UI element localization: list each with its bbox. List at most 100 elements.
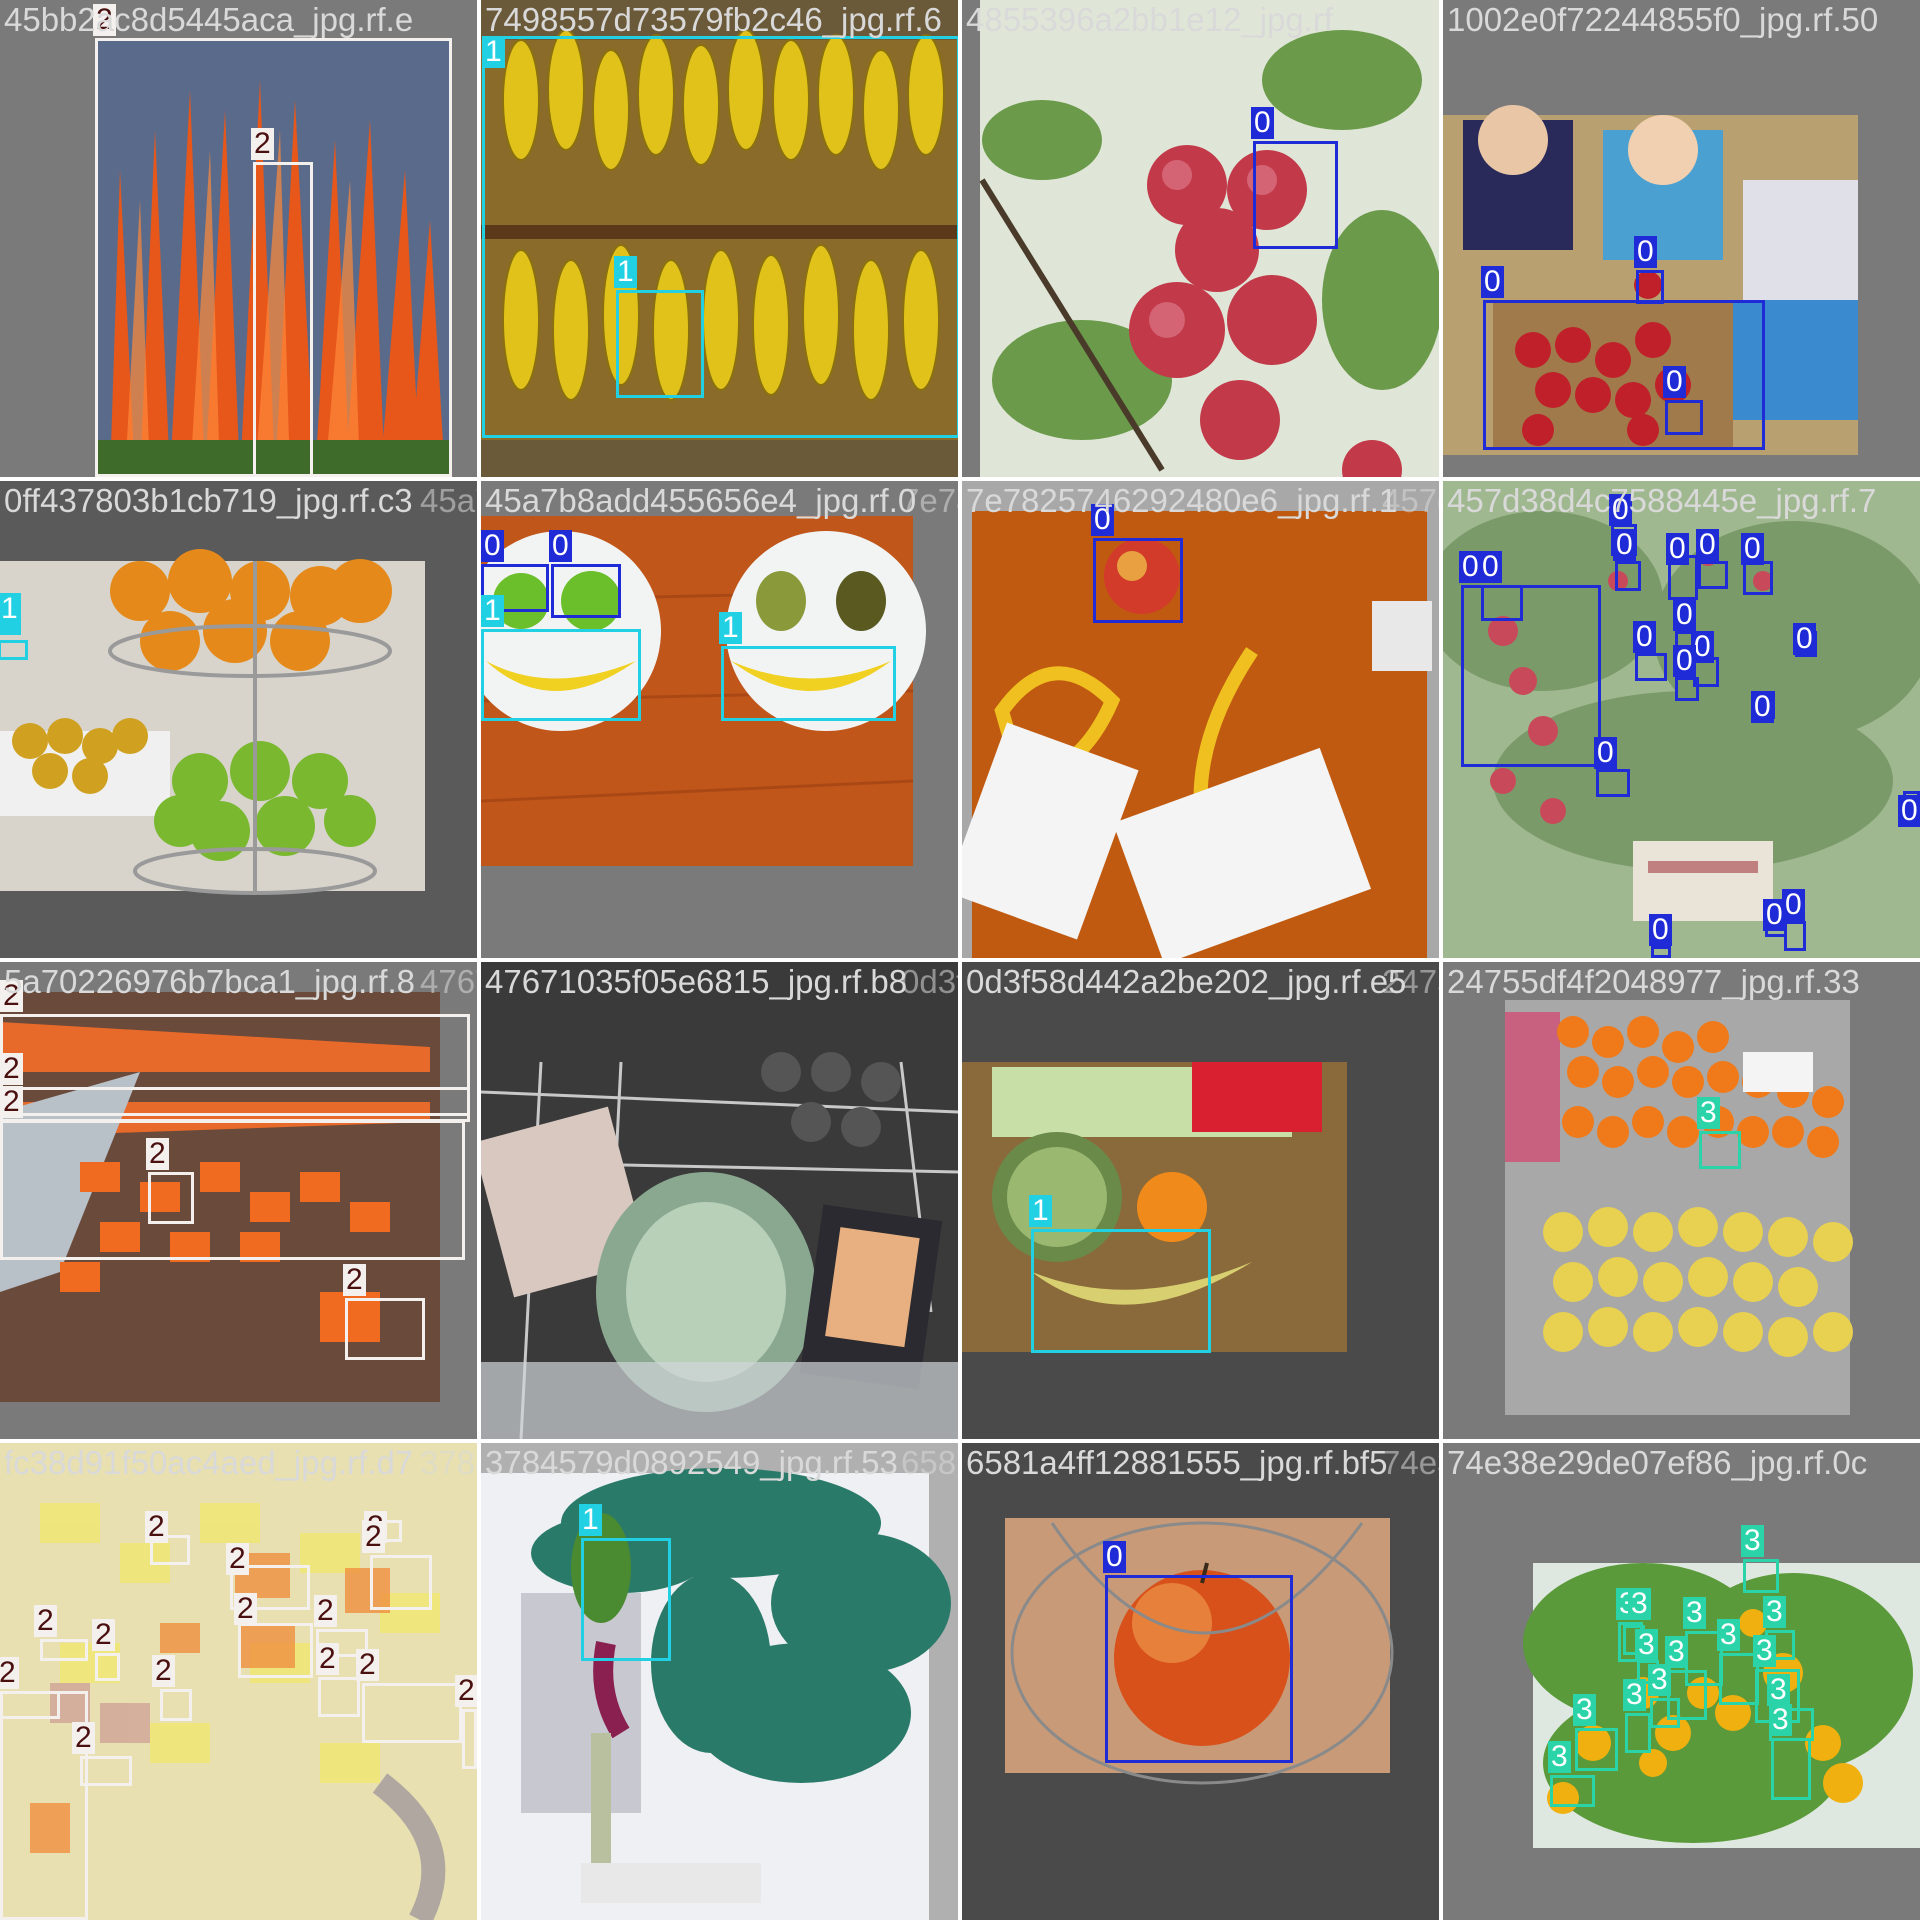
bbox-class3 [1550, 1775, 1595, 1807]
bbox-label: 2 [343, 1264, 366, 1296]
bbox-label: 2 [226, 1543, 249, 1575]
bbox-label: 1 [579, 1504, 602, 1536]
tile-filename: fc38d91f50ac4aed_jpg.rf.d7 [4, 1444, 414, 1481]
bbox-label: 0 [1663, 366, 1686, 398]
tile-filename: 0ff437803b1cb719_jpg.rf.c3 [4, 482, 413, 519]
tile-red-apple: 0 6581a4ff12881555_jpg.rf.bf5 74e38e29de… [962, 1443, 1439, 1920]
bbox-class2 [318, 1677, 360, 1717]
apple-desk-photo [962, 481, 1439, 958]
tile-stew-vegetables: 2 2 2 2 2 2 2 2 2 2 2 2 2 2 fc38d91f50ac… [0, 1443, 477, 1920]
bbox-label: 3 [1741, 1525, 1764, 1557]
bbox-class1 [0, 640, 28, 660]
bbox-label: 3 [1573, 1694, 1596, 1726]
tile-bananas: 1 1 7498557d73579fb2c46_jpg.rf.6 [481, 0, 958, 477]
tile-filename-overlap: 3784579d0892549_jpg.rf.53 [420, 1444, 477, 1481]
bbox-class1 [721, 646, 896, 721]
bbox-label: 0 [1673, 645, 1696, 677]
tile-filename-overlap: 47671035f05e6815_jpg.rf.b8 [420, 963, 477, 1000]
bbox-label: 0 [1741, 533, 1764, 565]
tile-banana-orange: 1 0d3f58d442a2be202_jpg.rf.e5 24755df4f2… [962, 962, 1439, 1439]
bbox-label: 2 [152, 1655, 175, 1687]
bbox-label: 2 [0, 1053, 23, 1085]
bbox-class1 [481, 629, 641, 721]
tile-filename: 0d3f58d442a2be202_jpg.rf.e5 [966, 963, 1407, 1000]
bbox-label: 0 [1479, 551, 1502, 583]
bbox-class3 [1771, 1738, 1811, 1800]
bbox-label: 2 [145, 1511, 168, 1543]
bbox-class0 [1483, 300, 1765, 450]
tile-banana-tree: 1 3784579d0892549_jpg.rf.53 6581a4ff1288… [481, 1443, 958, 1920]
bbox-label: 0 [1481, 266, 1504, 298]
bbox-label: 1 [482, 36, 505, 68]
bbox-label: 3 [1697, 1097, 1720, 1129]
bbox-label: 3 [1769, 1704, 1792, 1736]
bbox-label: 2 [316, 1643, 339, 1675]
bbox-label: 3 [1648, 1664, 1671, 1696]
bbox-label: 2 [92, 1619, 115, 1651]
bbox-label: 0 [1751, 691, 1774, 723]
bbox-label: 0 [1633, 621, 1656, 653]
tile-filename: 47671035f05e6815_jpg.rf.b8 [485, 963, 908, 1000]
detection-mosaic: 2 2 45bb2ac8d5445aca_jpg.rf.e 1 1 749855… [0, 0, 1920, 1920]
tile-chopped-carrots: 2 2 2 2 2 5a70226976b7bca1_jpg.rf.8 4767… [0, 962, 477, 1439]
bbox-class1 [1031, 1229, 1211, 1353]
bbox-class1 [482, 36, 958, 438]
bbox-label: 3 [1717, 1619, 1740, 1651]
bbox-label: 0 [1103, 1541, 1126, 1573]
bbox-label: 0 [1649, 914, 1672, 946]
bbox-class2 [253, 162, 313, 477]
shopping-cart-photo [481, 962, 958, 1439]
bbox-label: 1 [614, 256, 637, 288]
bbox-label: 3 [1635, 1629, 1658, 1661]
bbox-label: 2 [362, 1521, 385, 1553]
tile-apple-desk: 0 7e7825746292480e6_jpg.rf.1 457d38d4c75… [962, 481, 1439, 958]
tile-shopping-cart: 47671035f05e6815_jpg.rf.b8 0d3f58d442a2b… [481, 962, 958, 1439]
bbox-class0 [1481, 585, 1523, 621]
tile-filename: 5a70226976b7bca1_jpg.rf.8 [4, 963, 416, 1000]
bbox-class2 [370, 1555, 432, 1610]
tile-apples-tree: 0 4855396a2bb1e12_jpg.rf [962, 0, 1439, 477]
tile-filename: 45bb2ac8d5445aca_jpg.rf.e [4, 1, 414, 38]
tile-filename-overlap: 24755df4f2048977_jpg.rf.33 [1382, 963, 1439, 1000]
bbox-class3 [1625, 1713, 1651, 1753]
bbox-class0 [551, 564, 621, 618]
bbox-class2 [40, 1639, 88, 1661]
bbox-label: 3 [1753, 1635, 1776, 1667]
bbox-class0 [1596, 769, 1630, 797]
tile-filename: 45a7b8add455656e4_jpg.rf.0 [485, 482, 917, 519]
bbox-label: 0 [1696, 529, 1719, 561]
bbox-label: 2 [356, 1649, 379, 1681]
bbox-label: 0 [481, 530, 504, 562]
bbox-label: 0 [1793, 623, 1816, 655]
bbox-label: 0 [549, 530, 572, 562]
bbox-label: 1 [1029, 1195, 1052, 1227]
bbox-label: 0 [1666, 533, 1689, 565]
bbox-class2 [238, 1623, 313, 1678]
tile-filename: 457d38d4c7588445e_jpg.rf.7 [1447, 482, 1877, 519]
bbox-class2 [362, 1683, 462, 1743]
bbox-label: 1 [481, 595, 504, 627]
tile-filename-overlap: 45a7b8add455656e4_jpg.rf.0 [420, 482, 477, 519]
bbox-label: 3 [1767, 1674, 1790, 1706]
bbox-class0 [1784, 921, 1806, 951]
bbox-class3 [1699, 1131, 1741, 1169]
bbox-class2 [345, 1298, 425, 1360]
bbox-label: 0 [1898, 795, 1920, 827]
bbox-class2 [462, 1709, 477, 1769]
bbox-class3 [1743, 1559, 1779, 1593]
bbox-label: 0 [1673, 599, 1696, 631]
bbox-label: 1 [719, 612, 742, 644]
bbox-label: 0 [1613, 529, 1636, 561]
bbox-class0 [1105, 1575, 1293, 1763]
bbox-class0 [1743, 561, 1773, 595]
bbox-label: 0 [1782, 889, 1805, 921]
tile-carrots: 2 2 45bb2ac8d5445aca_jpg.rf.e [0, 0, 477, 477]
bbox-label: 2 [234, 1593, 257, 1625]
bbox-label: 2 [72, 1722, 95, 1754]
tile-fruit-basket: 1 0ff437803b1cb719_jpg.rf.c3 45a7b8add45… [0, 481, 477, 958]
bbox-label: 2 [455, 1675, 477, 1707]
tile-filename: 3784579d0892549_jpg.rf.53 [485, 1444, 898, 1481]
tile-smiley-plates: 0 0 1 1 45a7b8add455656e4_jpg.rf.0 7e782… [481, 481, 958, 958]
tile-filename: 7498557d73579fb2c46_jpg.rf.6 [485, 1, 942, 38]
tile-filename-overlap: 457d38d4c7588445e_jpg.rf.7 [1382, 482, 1439, 519]
